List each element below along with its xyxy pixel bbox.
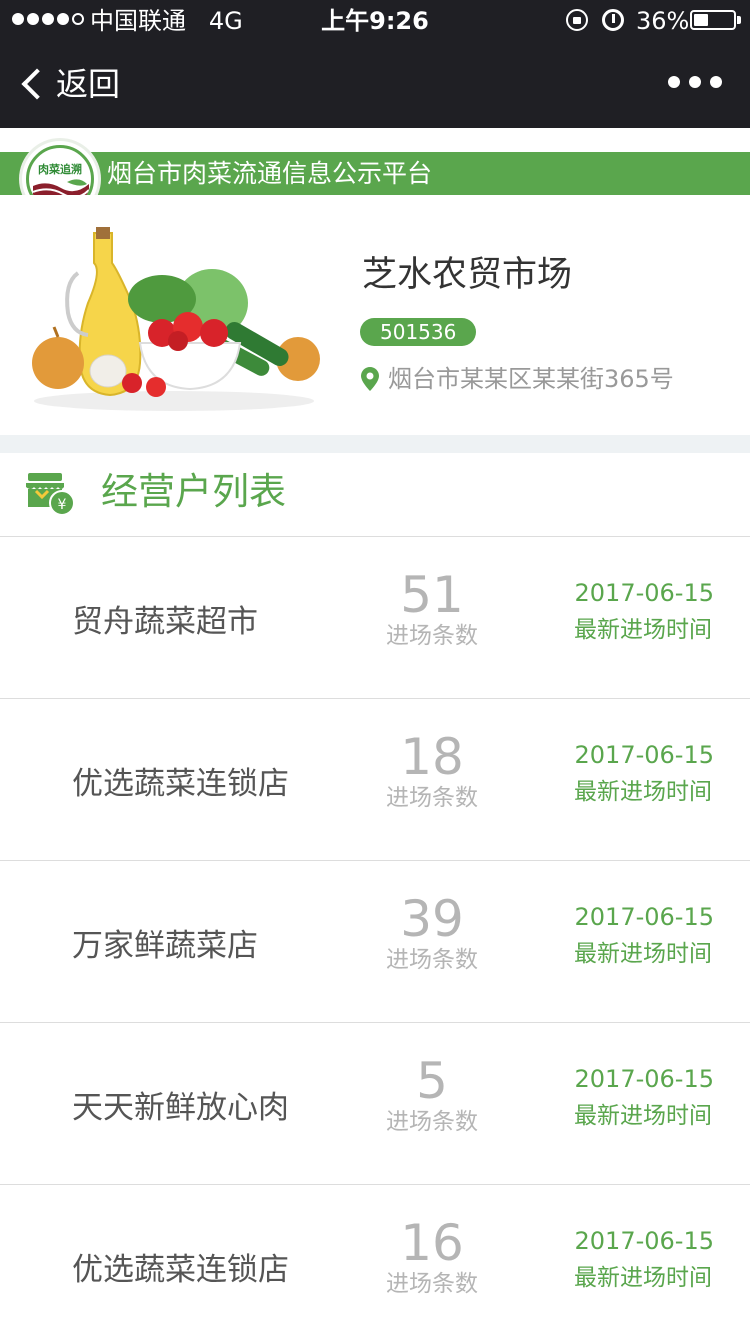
vendor-latest-date: 2017-06-15 bbox=[574, 579, 714, 607]
alarm-icon bbox=[602, 9, 624, 31]
vendor-entry-count-label: 进场条数 bbox=[386, 1271, 478, 1297]
vendor-latest-date: 2017-06-15 bbox=[574, 1227, 714, 1255]
back-label: 返回 bbox=[56, 65, 121, 103]
vendor-row[interactable]: 贸舟蔬菜超市 51 进场条数 2017-06-15 最新进场时间 bbox=[0, 537, 750, 699]
nav-bar: 返回 bbox=[0, 40, 750, 128]
battery-icon bbox=[690, 10, 736, 30]
vendor-entry-count: 51 bbox=[400, 566, 464, 624]
vendor-row[interactable]: 优选蔬菜连锁店 18 进场条数 2017-06-15 最新进场时间 bbox=[0, 699, 750, 861]
vendor-name: 优选蔬菜连锁店 bbox=[72, 765, 289, 802]
vendor-list-header: ¥ 经营户列表 bbox=[0, 453, 750, 537]
status-bar: 中国联通 4G 上午9:26 36% bbox=[0, 0, 750, 40]
vendor-latest-date-label: 最新进场时间 bbox=[574, 941, 712, 967]
market-card: 芝水农贸市场 501536 烟台市某某区某某街365号 bbox=[0, 195, 750, 435]
produce-image bbox=[32, 227, 320, 411]
market-name: 芝水农贸市场 bbox=[362, 255, 573, 295]
vendor-latest-date-label: 最新进场时间 bbox=[574, 779, 712, 805]
vendor-entry-count-label: 进场条数 bbox=[386, 947, 478, 973]
market-code-badge: 501536 bbox=[360, 318, 477, 346]
vendor-entry-count-label: 进场条数 bbox=[386, 785, 478, 811]
vendor-latest-date-label: 最新进场时间 bbox=[574, 1103, 712, 1129]
vendor-latest-date: 2017-06-15 bbox=[574, 903, 714, 931]
vendor-name: 优选蔬菜连锁店 bbox=[72, 1251, 289, 1288]
vendor-entry-count: 39 bbox=[400, 890, 464, 948]
shop-icon: ¥ bbox=[26, 473, 75, 516]
vendor-list: 贸舟蔬菜超市 51 进场条数 2017-06-15 最新进场时间 优选蔬菜连锁店… bbox=[0, 537, 750, 1334]
section-divider bbox=[0, 435, 750, 453]
vendor-entry-count: 5 bbox=[416, 1052, 448, 1110]
battery-percent: 36% bbox=[636, 7, 690, 35]
section-title: 经营户列表 bbox=[101, 470, 286, 513]
vendor-entry-count-label: 进场条数 bbox=[386, 623, 478, 649]
more-options-button[interactable] bbox=[668, 76, 722, 88]
rotation-lock-icon bbox=[566, 9, 588, 31]
vendor-latest-date: 2017-06-15 bbox=[574, 741, 714, 769]
vendor-entry-count: 18 bbox=[400, 728, 464, 786]
logo-text: 肉菜追溯 bbox=[38, 163, 82, 176]
vendor-latest-date-label: 最新进场时间 bbox=[574, 617, 712, 643]
back-button[interactable]: 返回 bbox=[16, 60, 120, 108]
vendor-latest-date-label: 最新进场时间 bbox=[574, 1265, 712, 1291]
vendor-row[interactable]: 优选蔬菜连锁店 16 进场条数 2017-06-15 最新进场时间 bbox=[0, 1185, 750, 1334]
platform-banner: 烟台市肉菜流通信息公示平台 bbox=[0, 152, 750, 195]
vendor-entry-count-label: 进场条数 bbox=[386, 1109, 478, 1135]
vendor-row[interactable]: 万家鲜蔬菜店 39 进场条数 2017-06-15 最新进场时间 bbox=[0, 861, 750, 1023]
market-address: 烟台市某某区某某街365号 bbox=[388, 365, 674, 393]
vendor-entry-count: 16 bbox=[400, 1214, 464, 1272]
vendor-latest-date: 2017-06-15 bbox=[574, 1065, 714, 1093]
vendor-row[interactable]: 天天新鲜放心肉 5 进场条数 2017-06-15 最新进场时间 bbox=[0, 1023, 750, 1185]
platform-title: 烟台市肉菜流通信息公示平台 bbox=[107, 159, 433, 188]
chevron-left-icon bbox=[21, 68, 53, 100]
vendor-name: 万家鲜蔬菜店 bbox=[72, 927, 258, 964]
vendor-name: 天天新鲜放心肉 bbox=[72, 1089, 289, 1126]
svg-text:¥: ¥ bbox=[58, 497, 67, 513]
vendor-name: 贸舟蔬菜超市 bbox=[72, 603, 258, 640]
location-pin-icon bbox=[361, 367, 379, 391]
